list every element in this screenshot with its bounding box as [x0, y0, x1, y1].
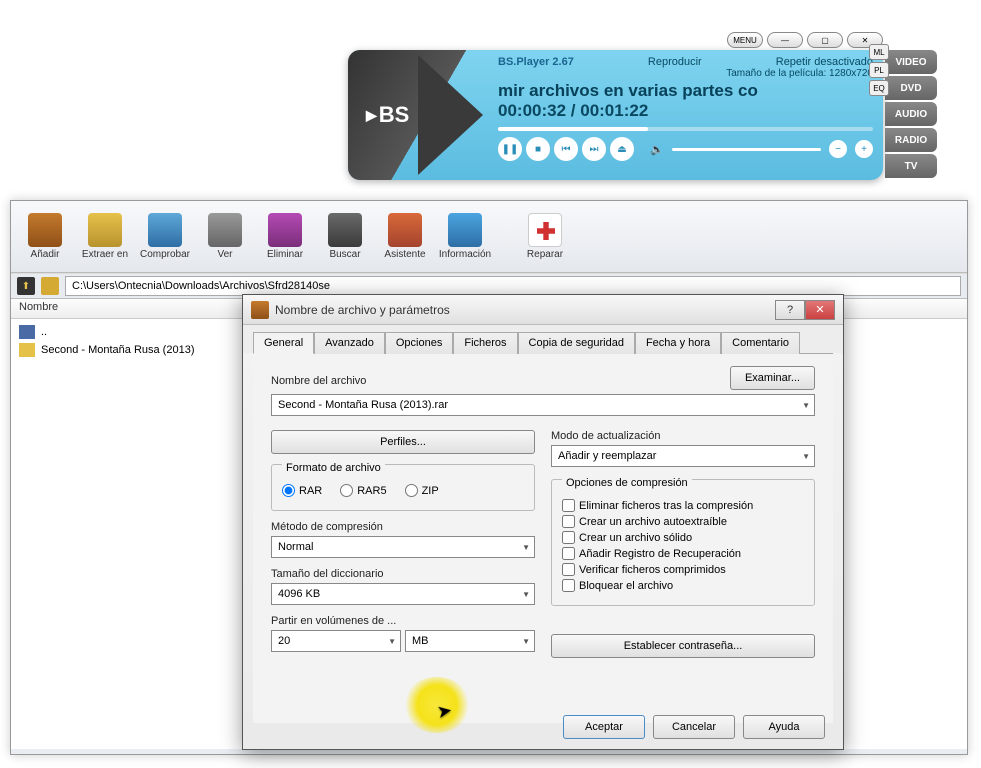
- tab-audio[interactable]: AUDIO: [885, 102, 937, 126]
- format-label: Formato de archivo: [282, 462, 385, 474]
- archive-dialog: Nombre de archivo y parámetros ? ✕ Gener…: [242, 294, 844, 750]
- pause-button[interactable]: ❚❚: [498, 137, 522, 161]
- filename-label: Nombre del archivo: [271, 375, 366, 387]
- minimize-button[interactable]: —: [767, 32, 803, 48]
- help-button[interactable]: Ayuda: [743, 715, 825, 739]
- eq-badge[interactable]: EQ: [869, 80, 883, 96]
- movie-size: Tamaño de la película: 1280x720: [498, 68, 873, 79]
- volume-icon[interactable]: 🔈: [650, 143, 664, 156]
- info-button[interactable]: Información: [437, 205, 493, 268]
- dict-combo[interactable]: 4096 KB: [271, 583, 535, 605]
- dialog-titlebar[interactable]: Nombre de archivo y parámetros ? ✕: [243, 295, 843, 325]
- winrar-icon: [251, 301, 269, 319]
- dialog-content: Nombre del archivo Examinar... Second - …: [253, 353, 833, 723]
- bsplayer-badges: ML PL EQ: [869, 50, 883, 96]
- method-combo[interactable]: Normal: [271, 536, 535, 558]
- radio-rar5[interactable]: RAR5: [340, 484, 386, 497]
- add-button[interactable]: Añadir: [17, 205, 73, 268]
- tab-advanced[interactable]: Avanzado: [314, 332, 385, 354]
- path-input[interactable]: [65, 276, 961, 296]
- bsplayer-titlebar: MENU — ▢ ✕: [727, 32, 883, 48]
- winrar-toolbar: Añadir Extraer en Comprobar Ver Eliminar…: [11, 201, 967, 273]
- bsplayer-info: BS.Player 2.67 Reproducir Repetir desact…: [488, 50, 883, 180]
- chk-solid[interactable]: Crear un archivo sólido: [562, 531, 804, 544]
- folder-icon: [19, 343, 35, 357]
- time-display: 00:00:32 / 00:01:22: [498, 101, 873, 121]
- update-combo[interactable]: Añadir y reemplazar: [551, 445, 815, 467]
- help-titlebtn[interactable]: ?: [775, 300, 805, 320]
- dialog-title: Nombre de archivo y parámetros: [275, 303, 450, 317]
- wizard-button[interactable]: Asistente: [377, 205, 433, 268]
- tab-general[interactable]: General: [253, 332, 314, 354]
- chk-recovery[interactable]: Añadir Registro de Recuperación: [562, 547, 804, 560]
- app-name: BS.Player 2.67: [498, 56, 574, 68]
- extract-button[interactable]: Extraer en: [77, 205, 133, 268]
- bsplayer-logo: ▶BS: [348, 50, 488, 180]
- tab-video[interactable]: VIDEO: [885, 50, 937, 74]
- radio-zip[interactable]: ZIP: [405, 484, 439, 497]
- prev-button[interactable]: ⏮: [554, 137, 578, 161]
- pl-badge[interactable]: PL: [869, 62, 883, 78]
- cancel-button[interactable]: Cancelar: [653, 715, 735, 739]
- vol-down-button[interactable]: −: [829, 140, 847, 158]
- up-icon[interactable]: ⬆: [17, 277, 35, 295]
- test-button[interactable]: Comprobar: [137, 205, 193, 268]
- chk-lock[interactable]: Bloquear el archivo: [562, 579, 804, 592]
- vol-up-button[interactable]: +: [855, 140, 873, 158]
- repair-button[interactable]: Reparar: [517, 205, 573, 268]
- password-button[interactable]: Establecer contraseña...: [551, 634, 815, 658]
- browse-button[interactable]: Examinar...: [730, 366, 815, 390]
- tab-tv[interactable]: TV: [885, 154, 937, 178]
- media-title: mir archivos en varias partes co: [498, 81, 873, 101]
- chk-verify[interactable]: Verificar ficheros comprimidos: [562, 563, 804, 576]
- filename-combo[interactable]: Second - Montaña Rusa (2013).rar: [271, 394, 815, 416]
- dict-label: Tamaño del diccionario: [271, 568, 535, 580]
- tab-options[interactable]: Opciones: [385, 332, 453, 354]
- split-size-combo[interactable]: 20: [271, 630, 401, 652]
- folder-icon: [41, 277, 59, 295]
- find-button[interactable]: Buscar: [317, 205, 373, 268]
- radio-rar[interactable]: RAR: [282, 484, 322, 497]
- progress-bar[interactable]: [498, 127, 873, 131]
- delete-button[interactable]: Eliminar: [257, 205, 313, 268]
- bsplayer-side-tabs: VIDEO DVD AUDIO RADIO TV: [885, 50, 937, 180]
- update-label: Modo de actualización: [551, 430, 815, 442]
- tab-radio[interactable]: RADIO: [885, 128, 937, 152]
- chk-sfx[interactable]: Crear un archivo autoextraíble: [562, 515, 804, 528]
- split-unit-combo[interactable]: MB: [405, 630, 535, 652]
- computer-icon: [19, 325, 35, 339]
- volume-slider[interactable]: [672, 148, 821, 151]
- reproduce-label[interactable]: Reproducir: [648, 56, 702, 68]
- menu-button[interactable]: MENU: [727, 32, 763, 48]
- tab-comment[interactable]: Comentario: [721, 332, 800, 354]
- tab-time[interactable]: Fecha y hora: [635, 332, 721, 354]
- maximize-button[interactable]: ▢: [807, 32, 843, 48]
- tab-files[interactable]: Ficheros: [453, 332, 517, 354]
- method-label: Método de compresión: [271, 521, 535, 533]
- split-label: Partir en volúmenes de ...: [271, 615, 535, 627]
- ok-button[interactable]: Aceptar: [563, 715, 645, 739]
- next-button[interactable]: ⏭: [582, 137, 606, 161]
- bsplayer-body: ▶BS BS.Player 2.67 Reproducir Repetir de…: [348, 50, 883, 180]
- repeat-label[interactable]: Repetir desactivado: [776, 56, 873, 68]
- dialog-footer: Aceptar Cancelar Ayuda: [563, 715, 825, 739]
- close-titlebtn[interactable]: ✕: [805, 300, 835, 320]
- chk-delete[interactable]: Eliminar ficheros tras la compresión: [562, 499, 804, 512]
- tab-dvd[interactable]: DVD: [885, 76, 937, 100]
- dialog-tabs: General Avanzado Opciones Ficheros Copia…: [243, 325, 843, 353]
- stop-button[interactable]: ■: [526, 137, 550, 161]
- eject-button[interactable]: ⏏: [610, 137, 634, 161]
- tab-backup[interactable]: Copia de seguridad: [518, 332, 635, 354]
- playback-controls: ❚❚ ■ ⏮ ⏭ ⏏ 🔈 − +: [498, 137, 873, 161]
- view-button[interactable]: Ver: [197, 205, 253, 268]
- bsplayer-window: MENU — ▢ ✕ VIDEO DVD AUDIO RADIO TV ▶BS …: [348, 50, 883, 180]
- profiles-button[interactable]: Perfiles...: [271, 430, 535, 454]
- ml-badge[interactable]: ML: [869, 50, 883, 60]
- comp-options-label: Opciones de compresión: [562, 477, 692, 489]
